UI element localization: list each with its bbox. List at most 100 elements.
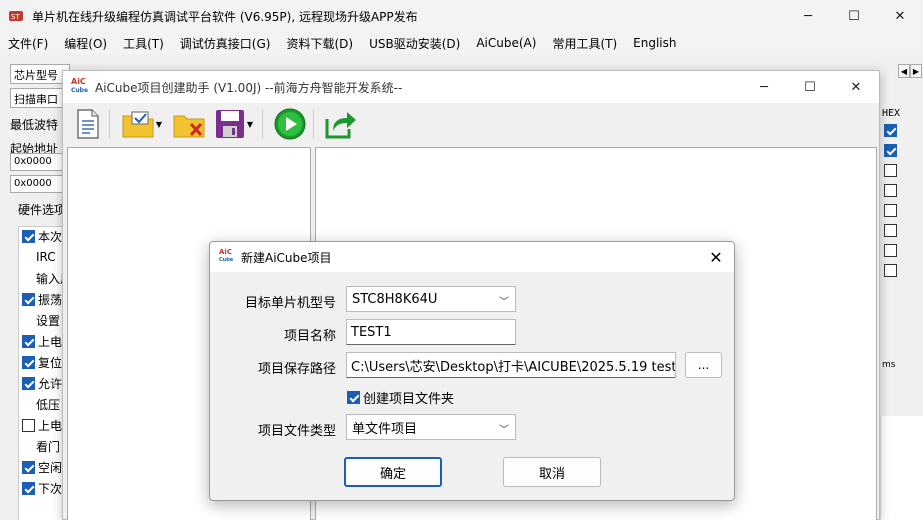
hardware-option-label: 上电 bbox=[38, 334, 63, 349]
hardware-option-label: 下次 bbox=[38, 481, 63, 496]
hardware-option-item[interactable]: 允许 bbox=[22, 373, 62, 393]
right-checkbox[interactable] bbox=[884, 124, 897, 137]
hardware-option-item[interactable]: 振荡 bbox=[22, 289, 62, 309]
create-folder-label: 创建项目文件夹 bbox=[363, 392, 455, 407]
menu-download[interactable]: 资料下载(D) bbox=[278, 35, 361, 52]
save-path-input[interactable]: C:\Users\芯安\Desktop\打卡\AICUBE\2025.5.19 … bbox=[346, 352, 676, 378]
scroll-left-icon[interactable]: ◀ bbox=[898, 64, 910, 78]
checkbox-icon[interactable] bbox=[22, 355, 35, 369]
minimize-icon[interactable]: ─ bbox=[785, 0, 831, 32]
chip-model-label: 芯片型号 bbox=[14, 69, 58, 82]
save-icon bbox=[215, 110, 244, 138]
hardware-option-label: 空闲 bbox=[38, 460, 63, 475]
project-type-value: 单文件项目 bbox=[352, 421, 418, 437]
menu-usb-driver[interactable]: USB驱动安装(D) bbox=[361, 35, 468, 52]
close-icon[interactable]: ✕ bbox=[706, 247, 726, 267]
mcu-label: 目标单片机型号 bbox=[244, 296, 336, 311]
main-window-title: 单片机在线升级编程仿真调试平台软件 (V6.95P), 远程现场升级APP发布 bbox=[32, 9, 418, 24]
aicube-logo-icon: AiC Cube bbox=[219, 248, 234, 264]
hardware-option-label: 复位 bbox=[38, 355, 63, 370]
ms-label: ms bbox=[882, 360, 896, 370]
hardware-option-label: 上电 bbox=[38, 418, 63, 433]
chevron-down-icon[interactable]: ▼ bbox=[156, 120, 162, 129]
toolbar-separator bbox=[262, 109, 263, 139]
hardware-option-item[interactable]: 上电 bbox=[22, 331, 62, 351]
checkbox-icon[interactable] bbox=[22, 460, 35, 474]
menu-aicube[interactable]: AiCube(A) bbox=[468, 36, 544, 50]
hardware-option-item[interactable]: 复位 bbox=[22, 352, 62, 372]
right-checkbox[interactable] bbox=[884, 184, 897, 197]
save-path-label: 项目保存路径 bbox=[257, 362, 336, 377]
hardware-option-item: 低压 bbox=[22, 394, 60, 414]
menu-file[interactable]: 文件(F) bbox=[0, 35, 56, 52]
project-type-label: 项目文件类型 bbox=[257, 424, 336, 439]
hardware-option-label: 本次 bbox=[38, 229, 63, 244]
maximize-icon[interactable]: ☐ bbox=[787, 71, 833, 103]
close-project-button[interactable] bbox=[172, 106, 206, 142]
hardware-option-item[interactable]: 下次 bbox=[22, 478, 62, 498]
hardware-option-item: IRC bbox=[22, 247, 56, 267]
hardware-option-item[interactable]: 本次 bbox=[22, 226, 62, 246]
tab-scroll-arrows: ◀ ▶ bbox=[898, 64, 922, 78]
hardware-option-label: 设置 bbox=[36, 313, 61, 328]
checkbox-icon[interactable] bbox=[22, 229, 35, 243]
right-checkbox[interactable] bbox=[884, 224, 897, 237]
hardware-options-items: 本次IRC输入用振荡设置上电复位允许低压上电看门空闲下次 bbox=[18, 226, 64, 520]
menu-english[interactable]: English bbox=[625, 36, 684, 50]
right-checkbox[interactable] bbox=[884, 164, 897, 177]
right-checkbox[interactable] bbox=[884, 204, 897, 217]
aicube-toolbar: ▼ ▼ bbox=[63, 103, 879, 145]
scan-port-label: 扫描串口 bbox=[14, 93, 58, 106]
menu-tools[interactable]: 工具(T) bbox=[115, 35, 172, 52]
new-file-button[interactable] bbox=[73, 106, 103, 142]
menu-debug[interactable]: 调试仿真接口(G) bbox=[172, 35, 279, 52]
checkbox-icon[interactable] bbox=[22, 418, 35, 432]
hardware-option-item: 看门 bbox=[22, 436, 60, 456]
main-menubar: 文件(F) 编程(O) 工具(T) 调试仿真接口(G) 资料下载(D) USB驱… bbox=[0, 32, 923, 54]
new-project-dialog: AiC Cube 新建AiCube项目 ✕ 目标单片机型号 STC8H8K64U … bbox=[209, 241, 735, 501]
dialog-titlebar: AiC Cube 新建AiCube项目 ✕ bbox=[210, 242, 734, 272]
hardware-options-tab[interactable]: 硬件选项 bbox=[18, 201, 66, 218]
browse-button[interactable]: ... bbox=[685, 352, 722, 378]
address-field-2[interactable]: 0x0000 bbox=[10, 175, 66, 193]
chevron-down-icon: ﹀ bbox=[499, 297, 509, 308]
menu-program[interactable]: 编程(O) bbox=[56, 35, 115, 52]
menu-common-tools[interactable]: 常用工具(T) bbox=[544, 35, 625, 52]
close-icon[interactable]: ✕ bbox=[877, 0, 923, 32]
ok-button[interactable]: 确定 bbox=[344, 457, 442, 487]
hardware-option-label: 看门 bbox=[36, 439, 61, 454]
project-name-input[interactable]: TEST1 bbox=[346, 319, 516, 345]
open-project-button[interactable]: ▼ bbox=[120, 106, 164, 142]
scroll-right-icon[interactable]: ▶ bbox=[910, 64, 922, 78]
minimize-icon[interactable]: ─ bbox=[741, 71, 787, 103]
main-window-controls: ─ ☐ ✕ bbox=[785, 0, 923, 32]
right-checkbox[interactable] bbox=[884, 244, 897, 257]
right-checkbox[interactable] bbox=[884, 264, 897, 277]
hardware-option-item[interactable]: 上电 bbox=[22, 415, 62, 435]
chevron-down-icon: ﹀ bbox=[499, 425, 509, 436]
checkbox-icon[interactable] bbox=[22, 481, 35, 495]
mcu-select-value: STC8H8K64U bbox=[352, 291, 438, 307]
save-button[interactable]: ▼ bbox=[212, 106, 256, 142]
checkbox-icon[interactable] bbox=[22, 376, 35, 390]
export-button[interactable] bbox=[324, 106, 358, 142]
hex-label: HEX bbox=[882, 108, 901, 119]
project-type-select[interactable]: 单文件项目 ﹀ bbox=[346, 414, 516, 440]
hardware-option-item[interactable]: 空闲 bbox=[22, 457, 62, 477]
chevron-down-icon[interactable]: ▼ bbox=[247, 120, 253, 129]
maximize-icon[interactable]: ☐ bbox=[831, 0, 877, 32]
hardware-option-label: 输入用 bbox=[36, 271, 64, 286]
scan-port-button[interactable]: 扫描串口 bbox=[10, 88, 70, 108]
mcu-select[interactable]: STC8H8K64U ﹀ bbox=[346, 286, 516, 312]
checkbox-icon[interactable] bbox=[22, 334, 35, 348]
run-button[interactable] bbox=[273, 106, 307, 142]
chip-model-button[interactable]: 芯片型号 bbox=[10, 64, 70, 84]
cancel-button[interactable]: 取消 bbox=[503, 457, 601, 487]
address-field-1[interactable]: 0x0000 bbox=[10, 153, 66, 171]
checkbox-icon[interactable] bbox=[22, 292, 35, 306]
close-icon[interactable]: ✕ bbox=[833, 71, 879, 103]
hardware-option-label: 振荡 bbox=[38, 292, 63, 307]
hardware-option-item: 设置 bbox=[22, 310, 60, 330]
right-checkbox[interactable] bbox=[884, 144, 897, 157]
create-folder-checkbox[interactable]: 创建项目文件夹 bbox=[347, 388, 454, 407]
